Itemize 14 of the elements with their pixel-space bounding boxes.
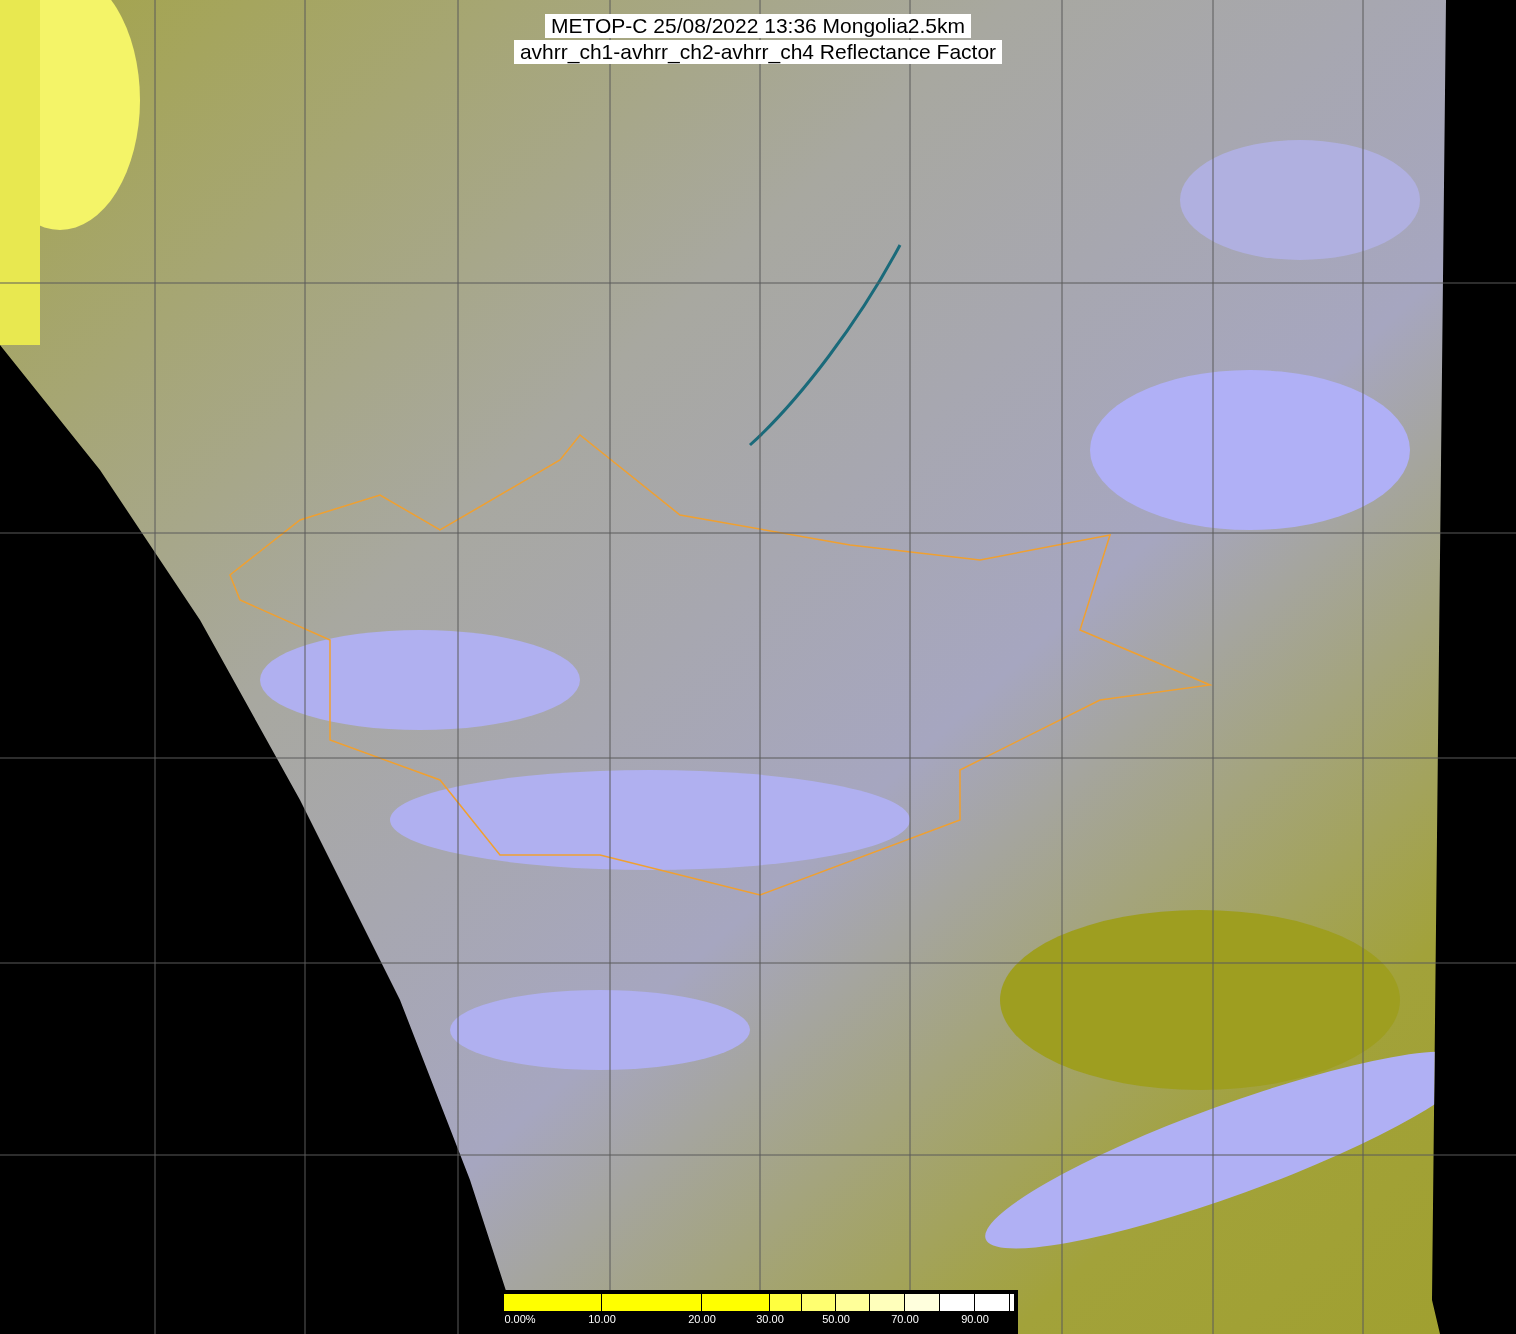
colorbar-tick-label: 70.00 <box>891 1312 919 1326</box>
colorbar-segment <box>802 1294 835 1311</box>
colorbar-tick-label: 10.00 <box>588 1312 616 1326</box>
colorbar-segment <box>940 1294 974 1311</box>
colorbar-segment <box>905 1294 939 1311</box>
colorbar-segment <box>836 1294 869 1311</box>
colorbar-segment <box>870 1294 904 1311</box>
colorbar-tick-label: 30.00 <box>756 1312 784 1326</box>
map-title: avhrr_ch1-avhrr_ch2-avhrr_ch4 Reflectance Factor <box>513 40 1003 64</box>
colorbar-tick-label: 50.00 <box>822 1312 850 1326</box>
map-title: METOP-C 25/08/2022 13:36 Mongolia2.5km <box>545 14 971 38</box>
colorbar-tick-label: 20.00 <box>688 1312 716 1326</box>
colorbar-tick-label: 90.00 <box>961 1312 989 1326</box>
colorbar-tick-label: 0.00% <box>504 1312 536 1326</box>
